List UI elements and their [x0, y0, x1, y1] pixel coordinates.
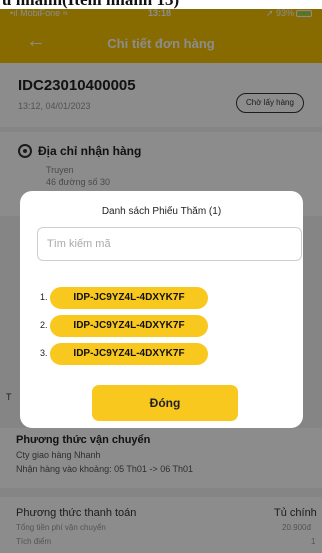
dialog-title: Danh sách Phiếu Thăm (1)	[101, 206, 222, 217]
slip-code-chip[interactable]: IDP-JC9YZ4L-4DXYK7F	[50, 315, 208, 337]
close-button[interactable]: Đóng	[92, 385, 238, 421]
list-item-index: 2.	[40, 320, 48, 330]
slip-code-chip[interactable]: IDP-JC9YZ4L-4DXYK7F	[50, 343, 208, 365]
search-code-input[interactable]	[37, 227, 302, 261]
visit-slip-list-dialog: Danh sách Phiếu Thăm (1) 1. IDP-JC9YZ4L-…	[20, 191, 303, 428]
slip-code-chip[interactable]: IDP-JC9YZ4L-4DXYK7F	[50, 287, 208, 309]
page-caption-fragment: u nhánh(Item nhánh 13)	[0, 0, 322, 9]
list-item-index: 3.	[40, 348, 48, 358]
list-item-index: 1.	[40, 292, 48, 302]
